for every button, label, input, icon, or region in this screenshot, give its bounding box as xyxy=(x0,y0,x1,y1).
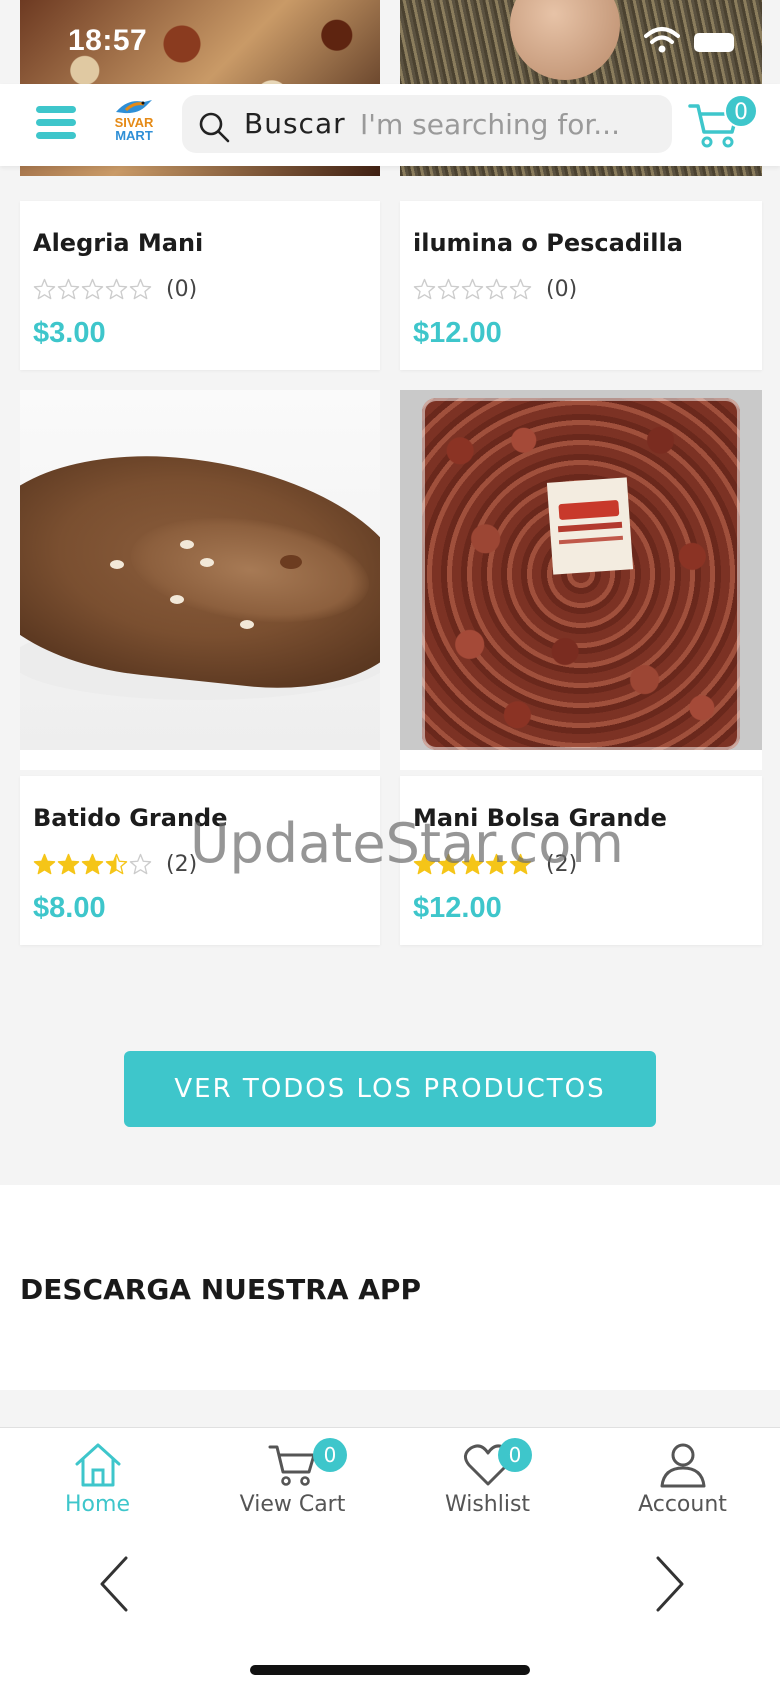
star-rating xyxy=(413,278,532,301)
tab-label: View Cart xyxy=(239,1492,346,1517)
star-empty-icon xyxy=(33,278,56,300)
star-half-icon xyxy=(105,853,128,875)
star-empty-icon xyxy=(509,278,532,300)
star-filled-icon xyxy=(57,853,80,875)
search-label: Buscar xyxy=(244,107,346,140)
product-price: $3.00 xyxy=(33,317,106,349)
forward-arrow-icon[interactable] xyxy=(648,1554,688,1614)
rating-row: (0) xyxy=(33,277,197,302)
tab-label: Wishlist xyxy=(444,1492,531,1517)
view-all-products-button[interactable]: VER TODOS LOS PRODUCTOS xyxy=(124,1051,656,1127)
download-app-section: DESCARGA NUESTRA APP xyxy=(0,1185,780,1390)
star-empty-icon xyxy=(461,278,484,300)
watermark: UpdateStar.com xyxy=(190,812,624,875)
tab-label: Home xyxy=(65,1492,130,1517)
product-card-alegria-mani[interactable]: Alegria Mani (0) $3.00 xyxy=(20,201,380,370)
search-bar[interactable]: Buscar xyxy=(182,95,672,153)
back-arrow-icon[interactable] xyxy=(96,1554,136,1614)
star-empty-icon xyxy=(437,278,460,300)
rating-row: (0) xyxy=(413,277,577,302)
star-empty-icon xyxy=(485,278,508,300)
star-empty-icon xyxy=(129,278,152,300)
rating-count: (0) xyxy=(166,277,198,302)
download-app-title: DESCARGA NUESTRA APP xyxy=(20,1273,421,1306)
hamburger-menu-icon[interactable] xyxy=(36,106,76,142)
star-empty-icon xyxy=(105,278,128,300)
star-empty-icon xyxy=(129,853,152,875)
product-price: $12.00 xyxy=(413,892,502,924)
sivar-mart-logo[interactable]: SIVAR MART xyxy=(108,96,158,152)
bottom-tab-bar: Home 0 View Cart 0 Wishlist Account xyxy=(0,1427,780,1688)
tab-home[interactable]: Home xyxy=(0,1428,195,1528)
star-empty-icon xyxy=(413,278,436,300)
tab-account[interactable]: Account xyxy=(585,1428,780,1528)
search-input[interactable] xyxy=(360,103,660,145)
cart-count-badge: 0 xyxy=(313,1438,347,1472)
rating-row: (2) xyxy=(33,852,197,877)
wishlist-count-badge: 0 xyxy=(498,1438,532,1472)
tab-label: Account xyxy=(638,1492,727,1517)
home-indicator[interactable] xyxy=(250,1665,530,1675)
product-name[interactable]: ilumina o Pescadilla xyxy=(413,229,683,257)
header-cart-button[interactable]: 0 xyxy=(688,94,758,154)
star-filled-icon xyxy=(33,853,56,875)
wifi-icon xyxy=(644,27,680,53)
status-bar: 18:57 xyxy=(0,0,780,84)
tab-view-cart[interactable]: 0 View Cart xyxy=(195,1428,390,1528)
product-card-pescadilla[interactable]: ilumina o Pescadilla (0) $12.00 xyxy=(400,201,762,370)
product-price: $8.00 xyxy=(33,892,106,924)
tab-wishlist[interactable]: 0 Wishlist xyxy=(390,1428,585,1528)
product-price: $12.00 xyxy=(413,317,502,349)
user-icon xyxy=(660,1443,705,1488)
app-header: SIVAR MART Buscar 0 xyxy=(0,84,780,166)
search-icon xyxy=(199,112,230,143)
product-name[interactable]: Alegria Mani xyxy=(33,229,203,257)
home-icon xyxy=(75,1443,120,1487)
product-image-mani-bolsa-grande[interactable] xyxy=(400,390,762,770)
star-rating xyxy=(33,853,152,876)
cart-icon xyxy=(268,1445,315,1486)
star-rating xyxy=(33,278,152,301)
product-image-batido-grande[interactable] xyxy=(20,390,380,770)
star-filled-icon xyxy=(81,853,104,875)
logo-text-line2: MART xyxy=(115,128,153,143)
bag-label xyxy=(546,477,634,575)
battery-icon xyxy=(694,33,734,52)
star-empty-icon xyxy=(81,278,104,300)
status-time: 18:57 xyxy=(68,24,148,57)
star-empty-icon xyxy=(57,278,80,300)
header-cart-count-badge: 0 xyxy=(724,94,758,128)
rating-count: (0) xyxy=(546,277,578,302)
